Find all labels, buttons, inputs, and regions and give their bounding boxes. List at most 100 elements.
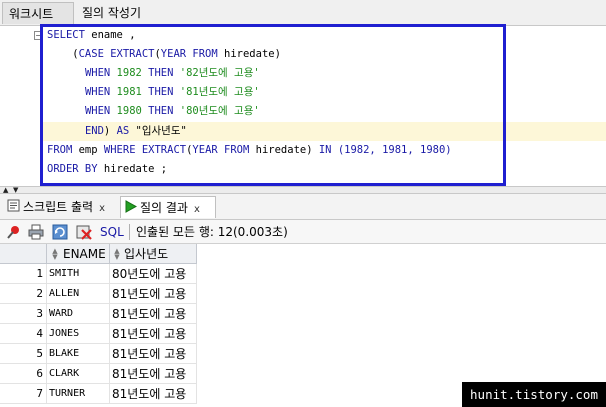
close-icon[interactable]: x xyxy=(194,204,200,215)
code-token: '81년도에 고용' xyxy=(179,86,260,98)
tab-worksheet[interactable]: 워크시트 xyxy=(2,2,74,24)
code-token: END xyxy=(84,125,104,137)
code-token: ) xyxy=(103,125,117,137)
row-number-header xyxy=(0,244,47,264)
delete-icon[interactable] xyxy=(76,224,92,240)
row-number[interactable]: 1 xyxy=(0,264,47,284)
close-icon[interactable]: x xyxy=(99,203,105,214)
code-token: "입사년도" xyxy=(135,125,187,137)
result-toolbar: SQL 인출된 모든 행: 12(0.003초) xyxy=(0,220,606,244)
code-token: THEN xyxy=(148,105,180,117)
row-number[interactable]: 5 xyxy=(0,344,47,364)
code-token: WHEN xyxy=(84,86,117,98)
sort-icon[interactable]: ▲ ▼ xyxy=(113,248,121,261)
code-token: YEAR FROM xyxy=(160,48,225,60)
cell-ename[interactable]: WARD xyxy=(47,304,110,324)
sql-button[interactable]: SQL xyxy=(100,220,124,244)
fold-collapse-icon[interactable]: − xyxy=(34,31,43,40)
code-token: WHEN xyxy=(84,105,117,117)
code-line: END) AS "입사년도" xyxy=(47,122,187,141)
splitter-down-arrow-icon[interactable]: ▼ xyxy=(13,187,18,194)
column-header-ename[interactable]: ▲ ▼ ENAME xyxy=(47,244,110,264)
cell-ename[interactable]: CLARK xyxy=(47,364,110,384)
row-number[interactable]: 7 xyxy=(0,384,47,404)
table-row[interactable]: 6 CLARK 81년도에 고용 xyxy=(0,364,197,384)
sort-icon[interactable]: ▲ ▼ xyxy=(51,248,59,261)
tab-script-output-label: 스크립트 출력 xyxy=(23,200,94,214)
code-line: FROM emp WHERE EXTRACT(YEAR FROM hiredat… xyxy=(47,141,452,160)
code-line: WHEN 1980 THEN '80년도에 고용' xyxy=(47,102,260,121)
code-token: CASE EXTRACT xyxy=(78,48,155,60)
code-token: hiredate ; xyxy=(103,163,168,175)
cell-hire-year[interactable]: 81년도에 고용 xyxy=(110,304,197,324)
code-token: hiredate) xyxy=(255,144,319,156)
code-token: 1982 xyxy=(116,67,149,79)
code-token: WHEN xyxy=(84,67,117,79)
cell-hire-year[interactable]: 80년도에 고용 xyxy=(110,264,197,284)
cell-hire-year[interactable]: 81년도에 고용 xyxy=(110,364,197,384)
code-token: 1981 xyxy=(116,86,149,98)
table-row[interactable]: 5 BLAKE 81년도에 고용 xyxy=(0,344,197,364)
tab-query-result-label: 질의 결과 xyxy=(140,201,188,215)
column-header-hire-year[interactable]: ▲ ▼ 입사년도 xyxy=(110,244,197,264)
row-number[interactable]: 4 xyxy=(0,324,47,344)
result-tabs: 스크립트 출력 x 질의 결과 x xyxy=(0,194,606,220)
watermark: hunit.tistory.com xyxy=(462,382,606,407)
table-row[interactable]: 1 SMITH 80년도에 고용 xyxy=(0,264,197,284)
code-token: ( xyxy=(47,48,79,60)
code-token: THEN xyxy=(148,67,180,79)
code-token: '82년도에 고용' xyxy=(179,67,260,79)
grid-header: ▲ ▼ ENAME ▲ ▼ 입사년도 xyxy=(0,244,606,264)
column-header-label: ENAME xyxy=(63,247,106,261)
code-token: (1982, 1981, 1980) xyxy=(337,144,452,156)
row-number[interactable]: 6 xyxy=(0,364,47,384)
tab-query-builder[interactable]: 질의 작성기 xyxy=(76,2,147,24)
table-row[interactable]: 4 JONES 81년도에 고용 xyxy=(0,324,197,344)
fetch-status: 인출된 모든 행: 12(0.003초) xyxy=(136,225,288,239)
code-line: WHEN 1982 THEN '82년도에 고용' xyxy=(47,64,260,83)
pin-icon[interactable] xyxy=(6,224,22,240)
code-token: ename , xyxy=(91,29,136,41)
column-header-label: 입사년도 xyxy=(124,247,169,261)
code-token: 1980 xyxy=(116,105,149,117)
script-output-icon xyxy=(7,197,20,219)
code-token: emp xyxy=(78,144,104,156)
code-token: YEAR FROM xyxy=(192,144,256,156)
tab-script-output[interactable]: 스크립트 출력 x xyxy=(4,196,118,218)
play-icon xyxy=(124,198,138,220)
tab-query-result[interactable]: 질의 결과 x xyxy=(120,196,216,218)
table-row[interactable]: 3 WARD 81년도에 고용 xyxy=(0,304,197,324)
cell-hire-year[interactable]: 81년도에 고용 xyxy=(110,384,197,404)
cell-ename[interactable]: SMITH xyxy=(47,264,110,284)
table-row[interactable]: 7 TURNER 81년도에 고용 xyxy=(0,384,197,404)
editor-gutter xyxy=(0,26,32,186)
code-token: ORDER BY xyxy=(47,163,104,175)
row-number[interactable]: 3 xyxy=(0,304,47,324)
splitter-up-arrow-icon[interactable]: ▲ xyxy=(3,187,8,194)
cell-hire-year[interactable]: 81년도에 고용 xyxy=(110,324,197,344)
code-line: (CASE EXTRACT(YEAR FROM hiredate) xyxy=(47,45,281,64)
cell-ename[interactable]: TURNER xyxy=(47,384,110,404)
cell-hire-year[interactable]: 81년도에 고용 xyxy=(110,344,197,364)
sql-editor[interactable]: − SELECT ename , (CASE EXTRACT(YEAR FROM… xyxy=(0,26,606,186)
cell-ename[interactable]: ALLEN xyxy=(47,284,110,304)
code-line: ORDER BY hiredate ; xyxy=(47,160,167,179)
cell-ename[interactable]: BLAKE xyxy=(47,344,110,364)
code-token: IN xyxy=(318,144,338,156)
code-token: WHERE EXTRACT xyxy=(103,144,187,156)
refresh-icon[interactable] xyxy=(52,224,68,240)
print-icon[interactable] xyxy=(28,224,44,240)
cell-ename[interactable]: JONES xyxy=(47,324,110,344)
panel-splitter[interactable]: ▲ ▼ xyxy=(0,186,606,194)
code-token: '80년도에 고용' xyxy=(179,105,260,117)
table-row[interactable]: 2 ALLEN 81년도에 고용 xyxy=(0,284,197,304)
code-token: THEN xyxy=(148,86,180,98)
worksheet-tabbar: 워크시트 질의 작성기 xyxy=(0,0,606,26)
cell-hire-year[interactable]: 81년도에 고용 xyxy=(110,284,197,304)
row-number[interactable]: 2 xyxy=(0,284,47,304)
toolbar-separator xyxy=(129,224,130,240)
